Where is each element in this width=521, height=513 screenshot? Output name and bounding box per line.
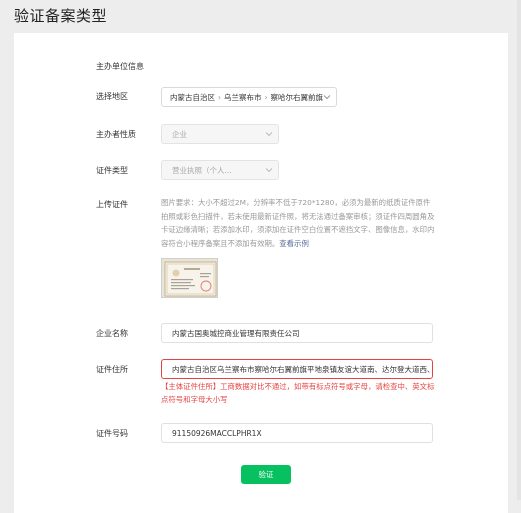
region-select[interactable]: 内蒙古自治区 › 乌兰察布市 › 察哈尔右翼前旗 xyxy=(161,87,337,107)
chevron-down-icon xyxy=(322,92,332,104)
upload-label: 上传证件 xyxy=(96,200,128,209)
address-input[interactable]: 内蒙古自治区乌兰察布市察哈尔右翼前旗平地泉镇友谊大道南、达尔登大道西、万 xyxy=(161,359,433,379)
chevron-down-icon xyxy=(264,129,274,141)
region-city: 乌兰察布市 xyxy=(224,92,262,102)
address-error-message: 【主体证件住所】工商数据对比不通过，如带有标点符号或字母，请检查中、英文标点符号… xyxy=(161,382,435,404)
company-name-value: 内蒙古国奥城控商业管理有限责任公司 xyxy=(172,328,300,338)
region-county: 察哈尔右翼前旗 xyxy=(270,92,324,102)
cert-number-input[interactable]: 91150926MACCLPHR1X xyxy=(161,423,433,443)
company-name-label: 企业名称 xyxy=(96,329,128,338)
verify-button[interactable]: 验证 xyxy=(241,465,291,484)
region-province: 内蒙古自治区 xyxy=(170,92,215,102)
scrollbar[interactable] xyxy=(517,0,521,500)
nature-select[interactable]: 企业 xyxy=(161,124,279,144)
region-separator: › xyxy=(264,92,268,102)
region-label: 选择地区 xyxy=(96,92,128,101)
company-name-input[interactable]: 内蒙古国奥城控商业管理有限责任公司 xyxy=(161,323,433,343)
address-value: 内蒙古自治区乌兰察布市察哈尔右翼前旗平地泉镇友谊大道南、达尔登大道西、万 xyxy=(172,364,433,374)
license-image xyxy=(162,259,217,297)
chevron-down-icon xyxy=(264,165,274,177)
form-card: 主办单位信息 选择地区 内蒙古自治区 › 乌兰察布市 › 察哈尔右翼前旗 主办者… xyxy=(14,33,508,513)
upload-requirements: 图片要求：大小不超过2M，分辨率不低于720*1280，必须为最新的纸质证件原件… xyxy=(161,196,437,250)
uploaded-license-thumbnail[interactable] xyxy=(161,258,218,298)
nature-label: 主办者性质 xyxy=(96,130,136,139)
cert-type-select[interactable]: 营业执照（个人... xyxy=(161,160,279,180)
region-separator: › xyxy=(218,92,221,102)
view-example-link[interactable]: 查看示例 xyxy=(279,239,309,248)
cert-type-label: 证件类型 xyxy=(96,166,128,175)
page-title: 验证备案类型 xyxy=(14,7,108,25)
section-title: 主办单位信息 xyxy=(96,62,144,71)
nature-value: 企业 xyxy=(172,129,187,139)
cert-type-value: 营业执照（个人... xyxy=(172,165,232,175)
cert-number-label: 证件号码 xyxy=(96,429,128,438)
cert-number-value: 91150926MACCLPHR1X xyxy=(172,428,262,438)
address-label: 证件住所 xyxy=(96,365,128,374)
